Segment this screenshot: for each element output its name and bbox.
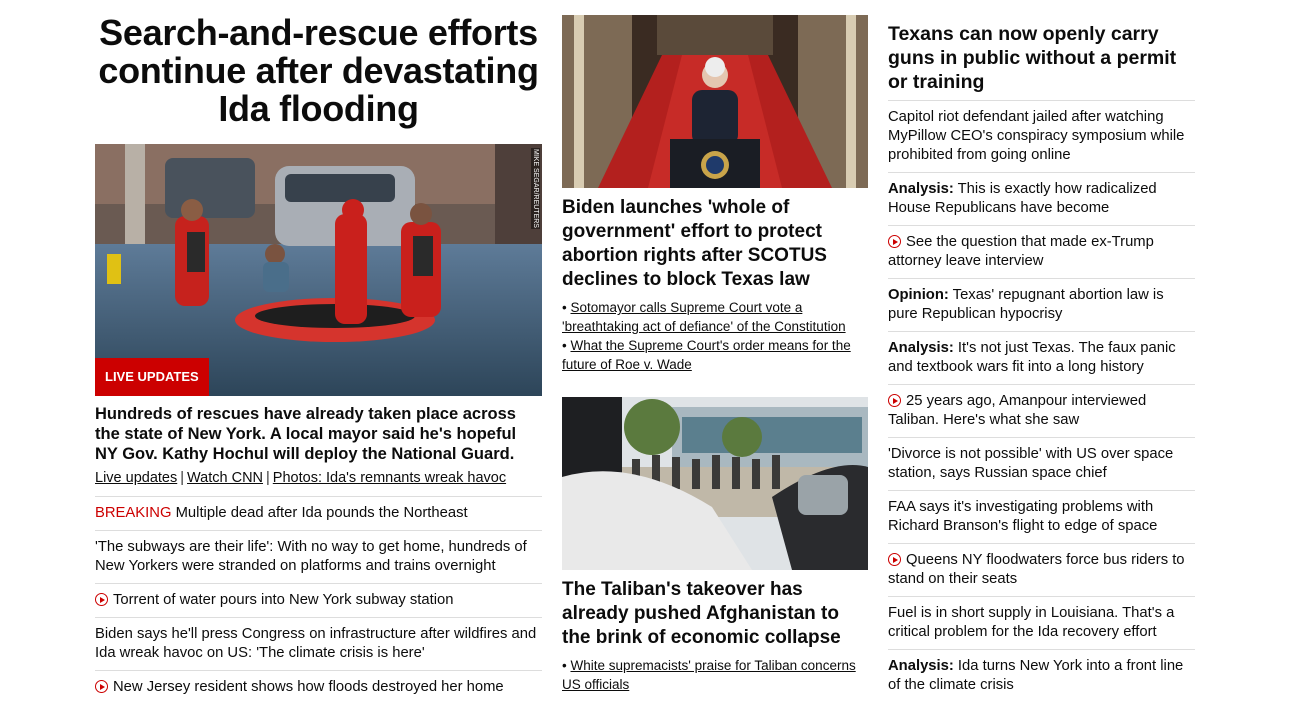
lead-related-links: Live updates | Watch CNN | Photos: Ida's rem… [95, 470, 542, 497]
list-item[interactable]: Analysis: It's not just Texas. The faux … [888, 332, 1195, 385]
list-item[interactable]: Capitol riot defendant jailed after watc… [888, 101, 1195, 173]
list-item-text: Torrent of water pours into New York sub… [113, 592, 454, 608]
biden-headline-link[interactable]: Biden launches 'whole of government' eff… [562, 196, 868, 292]
list-item[interactable]: Biden says he'll press Congress on infra… [95, 618, 542, 671]
live-updates-link[interactable]: Live updates [95, 470, 177, 486]
list-item-text: Queens NY floodwaters force bus riders t… [888, 552, 1185, 587]
lead-image[interactable]: MIKE SEGAR/REUTERS LIVE UPDATES [95, 144, 542, 396]
right-column: Texans can now openly carry guns in publ… [888, 0, 1195, 702]
list-item[interactable]: Queens NY floodwaters force bus riders t… [888, 544, 1195, 597]
analysis-label: Analysis: [888, 658, 954, 674]
kabul-crowd-photo [562, 397, 868, 570]
taliban-related-links: • White supremacists' praise for Taliban… [562, 656, 868, 694]
bullet: • [562, 338, 567, 353]
middle-column: Biden launches 'whole of government' eff… [562, 0, 868, 694]
biden-related-links: • Sotomayor calls Supreme Court vote a '… [562, 298, 868, 374]
related-link[interactable]: Sotomayor calls Supreme Court vote a 'br… [562, 300, 846, 334]
list-item[interactable]: Torrent of water pours into New York sub… [95, 584, 542, 618]
taliban-headline: The Taliban's takeover has already pushe… [562, 579, 841, 648]
list-item[interactable]: FAA says it's investigating problems wit… [888, 491, 1195, 544]
list-item[interactable]: Opinion: Texas' repugnant abortion law i… [888, 279, 1195, 332]
lead-summary: Hundreds of rescues have already taken p… [95, 405, 517, 463]
video-play-icon [888, 553, 901, 566]
analysis-label: Analysis: [888, 340, 954, 356]
photo-credit: MIKE SEGAR/REUTERS [531, 148, 540, 229]
list-item[interactable]: Analysis: This is exactly how radicalize… [888, 173, 1195, 226]
list-item-text: See the question that made ex-Trump atto… [888, 234, 1154, 269]
list-item[interactable]: Fuel is in short supply in Louisiana. Th… [888, 597, 1195, 650]
list-item-text: 'Divorce is not possible' with US over s… [888, 446, 1174, 481]
right-story-list: Capitol riot defendant jailed after watc… [888, 101, 1195, 702]
link-separator: | [180, 470, 185, 486]
lead-summary-link[interactable]: Hundreds of rescues have already taken p… [95, 404, 542, 464]
photos-link[interactable]: Photos: Ida's remnants wreak havoc [273, 470, 506, 486]
list-item[interactable]: BREAKING Multiple dead after Ida pounds … [95, 497, 542, 531]
breaking-label: BREAKING [95, 505, 172, 521]
list-item[interactable]: 25 years ago, Amanpour interviewed Talib… [888, 385, 1195, 438]
list-item[interactable]: 'Divorce is not possible' with US over s… [888, 438, 1195, 491]
related-link[interactable]: White supremacists' praise for Taliban c… [562, 658, 856, 692]
live-updates-badge: LIVE UPDATES [95, 358, 209, 396]
biden-headline: Biden launches 'whole of government' eff… [562, 197, 827, 290]
link-separator: | [266, 470, 270, 486]
list-item-text: FAA says it's investigating problems wit… [888, 499, 1158, 534]
taliban-story-image[interactable] [562, 397, 868, 570]
video-play-icon [888, 394, 901, 407]
biden-story-image[interactable] [562, 15, 868, 188]
list-item[interactable]: See the question that made ex-Trump atto… [888, 226, 1195, 279]
left-story-list: BREAKING Multiple dead after Ida pounds … [95, 497, 542, 704]
list-item[interactable]: Analysis: Ida turns New York into a fron… [888, 650, 1195, 702]
video-play-icon [95, 680, 108, 693]
bullet: • [562, 300, 567, 315]
list-item-text: New Jersey resident shows how floods des… [113, 679, 504, 695]
texas-headline: Texans can now openly carry guns in publ… [888, 22, 1195, 101]
watch-cnn-link[interactable]: Watch CNN [187, 470, 263, 486]
video-play-icon [888, 235, 901, 248]
list-item-text: 'The subways are their life': With no wa… [95, 539, 527, 574]
analysis-label: Analysis: [888, 181, 954, 197]
list-item-text: 25 years ago, Amanpour interviewed Talib… [888, 393, 1147, 428]
list-item[interactable]: New Jersey resident shows how floods des… [95, 671, 542, 704]
biden-podium-photo [562, 15, 868, 188]
list-item[interactable]: 'The subways are their life': With no wa… [95, 531, 542, 584]
lead-column: Search-and-rescue efforts continue after… [95, 0, 542, 704]
video-play-icon [95, 593, 108, 606]
list-item-text: Capitol riot defendant jailed after watc… [888, 109, 1185, 163]
bullet: • [562, 658, 567, 673]
lead-headline: Search-and-rescue efforts continue after… [98, 12, 539, 129]
related-link[interactable]: What the Supreme Court's order means for… [562, 338, 851, 372]
opinion-label: Opinion: [888, 287, 949, 303]
taliban-headline-link[interactable]: The Taliban's takeover has already pushe… [562, 578, 868, 650]
texas-headline-link[interactable]: Texans can now openly carry guns in publ… [888, 22, 1195, 101]
lead-headline-link[interactable]: Search-and-rescue efforts continue after… [95, 14, 542, 128]
list-item-text: Fuel is in short supply in Louisiana. Th… [888, 605, 1175, 640]
list-item-text: Biden says he'll press Congress on infra… [95, 626, 537, 661]
list-item-text: Multiple dead after Ida pounds the North… [171, 505, 468, 521]
